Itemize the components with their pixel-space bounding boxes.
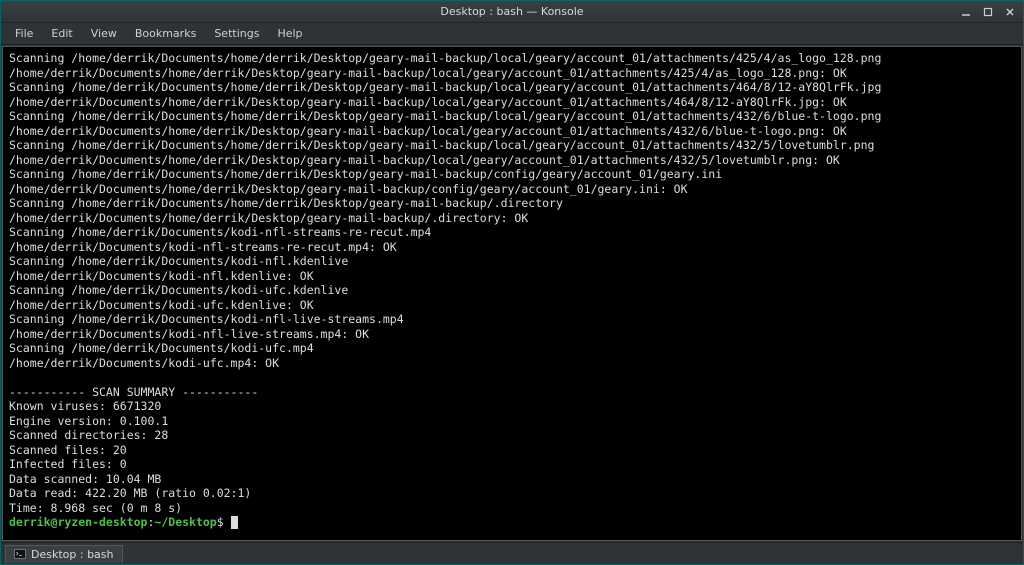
terminal-line: Data scanned: 10.04 MB bbox=[9, 472, 1015, 487]
terminal-line: /home/derrik/Documents/home/derrik/Deskt… bbox=[9, 66, 1015, 81]
maximize-button[interactable] bbox=[981, 5, 995, 19]
terminal-cursor bbox=[231, 516, 238, 529]
titlebar[interactable]: Desktop : bash — Konsole bbox=[1, 1, 1023, 23]
prompt-path: ~/Desktop bbox=[154, 515, 216, 529]
terminal-line: Time: 8.968 sec (0 m 8 s) bbox=[9, 501, 1015, 516]
menu-edit[interactable]: Edit bbox=[43, 24, 80, 43]
tab-desktop-bash[interactable]: Desktop : bash bbox=[5, 545, 123, 563]
terminal-line: /home/derrik/Documents/home/derrik/Deskt… bbox=[9, 182, 1015, 197]
terminal-line bbox=[9, 370, 1015, 385]
menu-settings[interactable]: Settings bbox=[206, 24, 267, 43]
terminal-line: Infected files: 0 bbox=[9, 457, 1015, 472]
terminal-line: Scanning /home/derrik/Documents/kodi-ufc… bbox=[9, 341, 1015, 356]
minimize-button[interactable] bbox=[959, 5, 973, 19]
terminal-output: Scanning /home/derrik/Documents/home/der… bbox=[9, 51, 1015, 530]
terminal-line: Known viruses: 6671320 bbox=[9, 399, 1015, 414]
terminal-line: Engine version: 0.100.1 bbox=[9, 414, 1015, 429]
menu-bookmarks[interactable]: Bookmarks bbox=[127, 24, 204, 43]
menu-view[interactable]: View bbox=[83, 24, 125, 43]
terminal-line: Scanning /home/derrik/Documents/kodi-nfl… bbox=[9, 225, 1015, 240]
menubar: File Edit View Bookmarks Settings Help bbox=[1, 23, 1023, 45]
terminal-line: /home/derrik/Documents/home/derrik/Deskt… bbox=[9, 124, 1015, 139]
terminal-line: /home/derrik/Documents/kodi-nfl-live-str… bbox=[9, 327, 1015, 342]
terminal-line: Scanning /home/derrik/Documents/home/der… bbox=[9, 109, 1015, 124]
terminal-line: /home/derrik/Documents/home/derrik/Deskt… bbox=[9, 153, 1015, 168]
terminal-line: /home/derrik/Documents/home/derrik/Deskt… bbox=[9, 95, 1015, 110]
terminal-line: Scanned files: 20 bbox=[9, 443, 1015, 458]
tab-label: Desktop : bash bbox=[31, 548, 114, 561]
terminal-line: Scanning /home/derrik/Documents/kodi-nfl… bbox=[9, 254, 1015, 269]
terminal-line: Scanning /home/derrik/Documents/home/der… bbox=[9, 138, 1015, 153]
terminal-line: Scanning /home/derrik/Documents/home/der… bbox=[9, 167, 1015, 182]
window-title: Desktop : bash — Konsole bbox=[440, 5, 583, 18]
terminal-line: /home/derrik/Documents/kodi-nfl.kdenlive… bbox=[9, 269, 1015, 284]
menu-file[interactable]: File bbox=[7, 24, 41, 43]
terminal-line: /home/derrik/Documents/kodi-ufc.mp4: OK bbox=[9, 356, 1015, 371]
terminal-line: Scanning /home/derrik/Documents/home/der… bbox=[9, 196, 1015, 211]
prompt-symbol: $ bbox=[217, 515, 231, 529]
terminal-line: Data read: 422.20 MB (ratio 0.02:1) bbox=[9, 486, 1015, 501]
terminal-line: ----------- SCAN SUMMARY ----------- bbox=[9, 385, 1015, 400]
terminal-icon bbox=[14, 548, 26, 560]
tabbar: Desktop : bash bbox=[1, 542, 1023, 564]
prompt-user: derrik@ryzen-desktop bbox=[9, 515, 147, 529]
menu-help[interactable]: Help bbox=[269, 24, 310, 43]
terminal-line: /home/derrik/Documents/home/derrik/Deskt… bbox=[9, 211, 1015, 226]
terminal-line: Scanned directories: 28 bbox=[9, 428, 1015, 443]
close-button[interactable] bbox=[1003, 5, 1017, 19]
terminal-viewport[interactable]: Scanning /home/derrik/Documents/home/der… bbox=[2, 46, 1022, 541]
terminal-line: /home/derrik/Documents/kodi-ufc.kdenlive… bbox=[9, 298, 1015, 313]
terminal-line: Scanning /home/derrik/Documents/home/der… bbox=[9, 51, 1015, 66]
konsole-window: Desktop : bash — Konsole File Edit View … bbox=[0, 0, 1024, 565]
terminal-line: Scanning /home/derrik/Documents/kodi-nfl… bbox=[9, 312, 1015, 327]
window-controls bbox=[959, 5, 1017, 19]
terminal-line: /home/derrik/Documents/kodi-nfl-streams-… bbox=[9, 240, 1015, 255]
terminal-prompt-line[interactable]: derrik@ryzen-desktop:~/Desktop$ bbox=[9, 515, 1015, 530]
terminal-line: Scanning /home/derrik/Documents/kodi-ufc… bbox=[9, 283, 1015, 298]
terminal-line: Scanning /home/derrik/Documents/home/der… bbox=[9, 80, 1015, 95]
